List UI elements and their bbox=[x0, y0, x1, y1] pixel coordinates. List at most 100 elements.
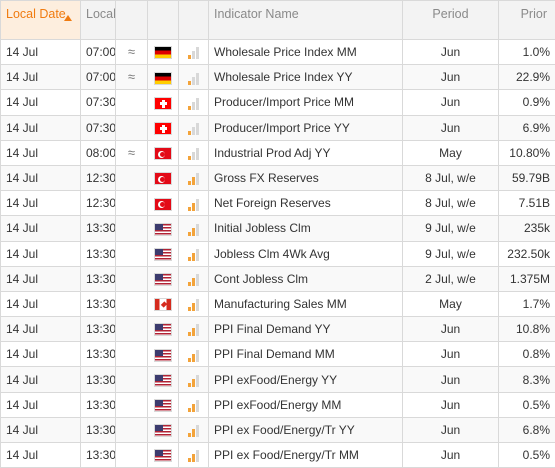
row-period: Jun bbox=[403, 317, 499, 342]
row-country bbox=[148, 317, 179, 342]
volatility-icon bbox=[116, 367, 148, 392]
volatility-icon bbox=[116, 291, 148, 316]
row-indicator-name[interactable]: Manufacturing Sales MM bbox=[209, 291, 403, 316]
volatility-icon bbox=[116, 191, 148, 216]
flag-de-icon bbox=[154, 46, 172, 59]
table-row[interactable]: 14 Jul13:30PPI ex Food/Energy/Tr YYJun6.… bbox=[1, 417, 555, 442]
row-indicator-name[interactable]: Jobless Clm 4Wk Avg bbox=[209, 241, 403, 266]
flag-us-icon bbox=[154, 374, 172, 387]
row-prior: 10.80% bbox=[499, 140, 555, 165]
flag-us-icon bbox=[154, 449, 172, 462]
volatility-icon bbox=[116, 241, 148, 266]
column-header-indicator[interactable]: Indicator Name bbox=[209, 1, 403, 40]
table-row[interactable]: 14 Jul07:00≈Wholesale Price Index YYJun2… bbox=[1, 65, 555, 90]
row-prior: 22.9% bbox=[499, 65, 555, 90]
row-prior: 0.8% bbox=[499, 342, 555, 367]
row-prior: 6.8% bbox=[499, 417, 555, 442]
row-time: 07:30 bbox=[81, 115, 116, 140]
row-impact bbox=[179, 342, 209, 367]
table-row[interactable]: 14 Jul07:00≈Wholesale Price Index MMJun1… bbox=[1, 40, 555, 65]
column-header-prior[interactable]: Prior bbox=[499, 1, 555, 40]
row-impact bbox=[179, 241, 209, 266]
impact-bars-icon bbox=[188, 399, 199, 412]
table-row[interactable]: 14 Jul13:30Manufacturing Sales MMMay1.7% bbox=[1, 291, 555, 316]
row-indicator-name[interactable]: PPI Final Demand YY bbox=[209, 317, 403, 342]
column-header-period[interactable]: Period bbox=[403, 1, 499, 40]
impact-bars-icon bbox=[188, 248, 199, 261]
row-date: 14 Jul bbox=[1, 165, 81, 190]
table-row[interactable]: 14 Jul08:00≈Industrial Prod Adj YYMay10.… bbox=[1, 140, 555, 165]
table-row[interactable]: 14 Jul13:30Cont Jobless Clm2 Jul, w/e1.3… bbox=[1, 266, 555, 291]
row-indicator-name[interactable]: Producer/Import Price MM bbox=[209, 90, 403, 115]
row-indicator-name[interactable]: PPI ex Food/Energy/Tr YY bbox=[209, 417, 403, 442]
row-prior: 1.375M bbox=[499, 266, 555, 291]
row-indicator-name[interactable]: Initial Jobless Clm bbox=[209, 216, 403, 241]
row-indicator-name[interactable]: PPI exFood/Energy YY bbox=[209, 367, 403, 392]
table-row[interactable]: 14 Jul13:30Initial Jobless Clm9 Jul, w/e… bbox=[1, 216, 555, 241]
impact-bars-icon bbox=[188, 349, 199, 362]
volatility-icon bbox=[116, 417, 148, 442]
impact-bars-icon bbox=[188, 147, 199, 160]
column-header-indicator-label: Indicator Name bbox=[214, 7, 299, 21]
economic-calendar-table: Local Date Local Time Indicator Name Per… bbox=[0, 0, 555, 468]
row-period: Jun bbox=[403, 90, 499, 115]
table-row[interactable]: 14 Jul13:30PPI exFood/Energy YYJun8.3% bbox=[1, 367, 555, 392]
impact-bars-icon bbox=[188, 198, 199, 211]
row-indicator-name[interactable]: Industrial Prod Adj YY bbox=[209, 140, 403, 165]
table-row[interactable]: 14 Jul13:30PPI exFood/Energy MMJun0.5% bbox=[1, 392, 555, 417]
table-row[interactable]: 14 Jul12:30Net Foreign Reserves8 Jul, w/… bbox=[1, 191, 555, 216]
column-header-local-date[interactable]: Local Date bbox=[1, 1, 81, 40]
row-indicator-name[interactable]: Cont Jobless Clm bbox=[209, 266, 403, 291]
row-time: 13:30 bbox=[81, 266, 116, 291]
table-row[interactable]: 14 Jul07:30Producer/Import Price MMJun0.… bbox=[1, 90, 555, 115]
volatility-icon bbox=[116, 317, 148, 342]
row-impact bbox=[179, 266, 209, 291]
row-country bbox=[148, 266, 179, 291]
column-header-volatility bbox=[116, 1, 148, 40]
row-country bbox=[148, 40, 179, 65]
row-prior: 0.5% bbox=[499, 392, 555, 417]
table-row[interactable]: 14 Jul13:30Jobless Clm 4Wk Avg9 Jul, w/e… bbox=[1, 241, 555, 266]
row-indicator-name[interactable]: PPI Final Demand MM bbox=[209, 342, 403, 367]
row-country bbox=[148, 291, 179, 316]
row-date: 14 Jul bbox=[1, 140, 81, 165]
volatility-icon bbox=[116, 90, 148, 115]
flag-ch-icon bbox=[154, 97, 172, 110]
row-date: 14 Jul bbox=[1, 291, 81, 316]
volatility-icon bbox=[116, 216, 148, 241]
row-impact bbox=[179, 417, 209, 442]
column-header-period-label: Period bbox=[432, 7, 468, 21]
row-country bbox=[148, 65, 179, 90]
row-indicator-name[interactable]: Wholesale Price Index YY bbox=[209, 65, 403, 90]
row-indicator-name[interactable]: Producer/Import Price YY bbox=[209, 115, 403, 140]
row-impact bbox=[179, 367, 209, 392]
row-time: 08:00 bbox=[81, 140, 116, 165]
column-header-local-time[interactable]: Local Time bbox=[81, 1, 116, 40]
flag-tr-icon bbox=[154, 172, 172, 185]
table-row[interactable]: 14 Jul07:30Producer/Import Price YYJun6.… bbox=[1, 115, 555, 140]
row-country bbox=[148, 216, 179, 241]
row-date: 14 Jul bbox=[1, 317, 81, 342]
sort-ascending-icon[interactable] bbox=[64, 15, 72, 21]
row-impact bbox=[179, 90, 209, 115]
row-indicator-name[interactable]: Wholesale Price Index MM bbox=[209, 40, 403, 65]
row-impact bbox=[179, 140, 209, 165]
row-prior: 6.9% bbox=[499, 115, 555, 140]
row-prior: 1.7% bbox=[499, 291, 555, 316]
row-indicator-name[interactable]: Net Foreign Reserves bbox=[209, 191, 403, 216]
row-time: 07:30 bbox=[81, 90, 116, 115]
row-date: 14 Jul bbox=[1, 266, 81, 291]
volatility-icon: ≈ bbox=[116, 40, 148, 65]
row-prior: 7.51B bbox=[499, 191, 555, 216]
impact-bars-icon bbox=[188, 122, 199, 135]
row-period: Jun bbox=[403, 367, 499, 392]
row-country bbox=[148, 191, 179, 216]
table-row[interactable]: 14 Jul13:30PPI Final Demand MMJun0.8% bbox=[1, 342, 555, 367]
table-row[interactable]: 14 Jul13:30PPI Final Demand YYJun10.8% bbox=[1, 317, 555, 342]
flag-us-icon bbox=[154, 323, 172, 336]
row-indicator-name[interactable]: Gross FX Reserves bbox=[209, 165, 403, 190]
row-country bbox=[148, 241, 179, 266]
row-period: Jun bbox=[403, 40, 499, 65]
row-indicator-name[interactable]: PPI exFood/Energy MM bbox=[209, 392, 403, 417]
table-row[interactable]: 14 Jul12:30Gross FX Reserves8 Jul, w/e59… bbox=[1, 165, 555, 190]
